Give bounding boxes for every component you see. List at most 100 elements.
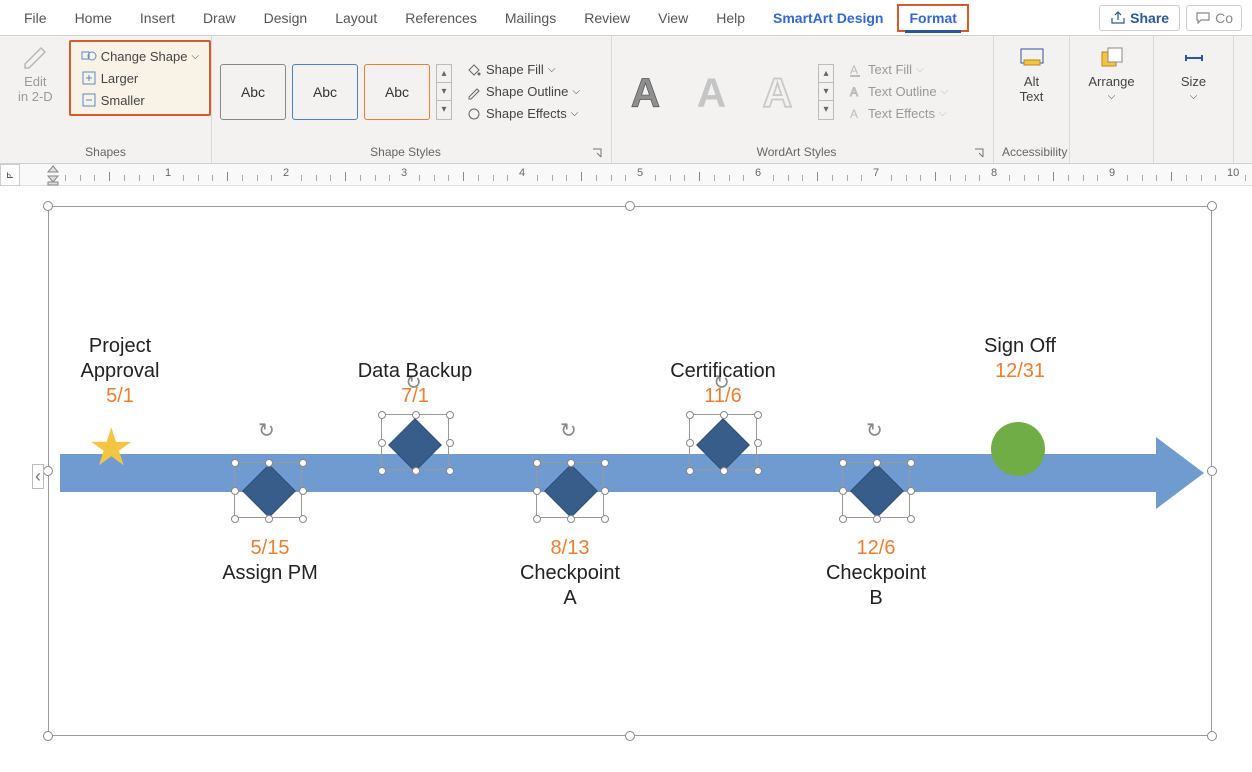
text-effects-label: Text Effects	[868, 106, 935, 121]
text-fill-button[interactable]: A Text Fill ⌵	[844, 60, 952, 80]
group-wordart-styles: A A A ▴ ▾ ▾ A Text Fill ⌵ A	[612, 36, 994, 163]
tab-insert[interactable]: Insert	[126, 4, 189, 32]
text-fill-icon: A	[848, 62, 864, 78]
change-shape-icon	[81, 48, 97, 64]
selection-handle[interactable]	[625, 201, 635, 211]
tab-references[interactable]: References	[391, 4, 491, 32]
gallery-up-icon[interactable]: ▴	[819, 65, 833, 83]
chevron-down-icon: ⌵	[572, 86, 580, 97]
timeline-node-selected[interactable]	[842, 462, 910, 518]
text-outline-button[interactable]: A Text Outline ⌵	[844, 82, 952, 102]
shape-effects-label: Shape Effects	[486, 106, 567, 121]
style-preset-2[interactable]: Abc	[292, 64, 358, 120]
gallery-down-icon[interactable]: ▾	[819, 83, 833, 101]
timeline-title: Assign PM	[205, 561, 335, 586]
selection-handle[interactable]	[1207, 201, 1217, 211]
rotate-handle-icon[interactable]: ↻	[560, 418, 577, 443]
arrange-label: Arrange	[1088, 74, 1134, 89]
style-preset-1[interactable]: Abc	[220, 64, 286, 120]
change-shape-label: Change Shape	[101, 49, 188, 64]
shape-fill-button[interactable]: Shape Fill ⌵	[462, 60, 584, 80]
wordart-a-icon: A	[692, 68, 740, 116]
selection-handle[interactable]	[43, 201, 53, 211]
tab-layout[interactable]: Layout	[321, 4, 391, 32]
arrange-button[interactable]: Arrange ⌵	[1078, 40, 1144, 106]
timeline-star-marker[interactable]: ★	[88, 418, 135, 478]
timeline-circle-marker[interactable]	[991, 422, 1045, 476]
selection-handle[interactable]	[43, 731, 53, 741]
wordart-gallery-scroll[interactable]: ▴ ▾ ▾	[818, 64, 834, 120]
size-button[interactable]: Size ⌵	[1170, 40, 1218, 106]
share-label: Share	[1130, 10, 1169, 26]
rotate-handle-icon[interactable]: ↻	[258, 418, 275, 443]
larger-button[interactable]: Larger	[77, 68, 203, 88]
shape-styles-dialog-launcher[interactable]	[591, 147, 603, 159]
style-gallery-scroll[interactable]: ▴ ▾ ▾	[436, 64, 452, 120]
shape-effects-button[interactable]: Shape Effects ⌵	[462, 104, 584, 124]
tab-draw[interactable]: Draw	[189, 4, 250, 32]
group-accessibility-label: Accessibility	[1002, 143, 1061, 161]
selection-handle[interactable]	[1207, 731, 1217, 741]
timeline-node-selected[interactable]	[689, 414, 757, 470]
timeline-title: Data Backup	[340, 359, 490, 384]
group-shape-styles-label: Shape Styles	[220, 143, 591, 161]
wordart-preset-3[interactable]: A	[752, 62, 812, 122]
selection-handle[interactable]	[43, 466, 53, 476]
timeline-label: 8/13 Checkpoint A	[505, 536, 635, 611]
timeline-date: 5/1	[60, 384, 180, 409]
tab-help[interactable]: Help	[702, 4, 759, 32]
svg-text:A: A	[850, 63, 858, 77]
timeline-node-selected[interactable]	[536, 462, 604, 518]
tab-mailings[interactable]: Mailings	[491, 4, 570, 32]
document-canvas[interactable]: ‹ ★ ↻ ↻ ↻ ↻	[0, 186, 1252, 772]
tab-view[interactable]: View	[644, 4, 702, 32]
timeline-label: Certification 11/6	[648, 359, 798, 409]
tab-selector-button[interactable]: ⊾	[0, 164, 20, 186]
size-icon	[1180, 44, 1208, 72]
smaller-label: Smaller	[101, 93, 145, 108]
tab-review[interactable]: Review	[570, 4, 644, 32]
tab-design[interactable]: Design	[250, 4, 322, 32]
gallery-down-icon[interactable]: ▾	[437, 83, 451, 101]
tab-smartart-design[interactable]: SmartArt Design	[759, 4, 897, 32]
larger-label: Larger	[101, 71, 139, 86]
indent-marker-icon[interactable]	[46, 164, 60, 186]
effects-icon	[466, 106, 482, 122]
tab-format[interactable]: Format	[897, 4, 968, 32]
rotate-handle-icon[interactable]: ↻	[866, 418, 883, 443]
shape-outline-button[interactable]: Shape Outline ⌵	[462, 82, 584, 102]
tab-home[interactable]: Home	[61, 4, 126, 32]
gallery-up-icon[interactable]: ▴	[437, 65, 451, 83]
text-effects-button[interactable]: A Text Effects ⌵	[844, 104, 952, 124]
style-preset-1-label: Abc	[241, 84, 265, 100]
edit-2d-label: Edit in 2-D	[18, 74, 53, 104]
share-button[interactable]: Share	[1099, 5, 1180, 31]
timeline-date: 7/1	[340, 384, 490, 409]
layout-options-button[interactable]: ‹	[32, 464, 44, 489]
change-shape-button[interactable]: Change Shape ⌵	[77, 46, 203, 66]
timeline-node-selected[interactable]	[234, 462, 302, 518]
wordart-preset-1[interactable]: A	[620, 62, 680, 122]
chevron-down-icon: ⌵	[571, 108, 579, 119]
group-accessibility: Alt Text Accessibility	[994, 36, 1070, 163]
comments-button[interactable]: Co	[1186, 5, 1242, 31]
wordart-dialog-launcher[interactable]	[973, 147, 985, 159]
horizontal-ruler: ⊾ 12345678910	[0, 164, 1252, 186]
edit-in-2d-button[interactable]: Edit in 2-D	[8, 40, 63, 108]
timeline-node-selected[interactable]	[381, 414, 449, 470]
chevron-down-icon: ⌵	[941, 86, 949, 97]
larger-icon	[81, 70, 97, 86]
style-preset-3[interactable]: Abc	[364, 64, 430, 120]
selection-handle[interactable]	[625, 731, 635, 741]
smaller-button[interactable]: Smaller	[77, 90, 203, 110]
timeline-title: Checkpoint A	[505, 561, 635, 611]
tab-file[interactable]: File	[10, 4, 61, 32]
group-arrange: Arrange ⌵	[1070, 36, 1154, 163]
wordart-preset-2[interactable]: A	[686, 62, 746, 122]
selection-handle[interactable]	[1207, 466, 1217, 476]
gallery-more-icon[interactable]: ▾	[819, 101, 833, 119]
alt-text-icon	[1018, 44, 1046, 72]
alt-text-button[interactable]: Alt Text	[1008, 40, 1056, 108]
gallery-more-icon[interactable]: ▾	[437, 101, 451, 119]
timeline-label: Data Backup 7/1	[340, 359, 490, 409]
